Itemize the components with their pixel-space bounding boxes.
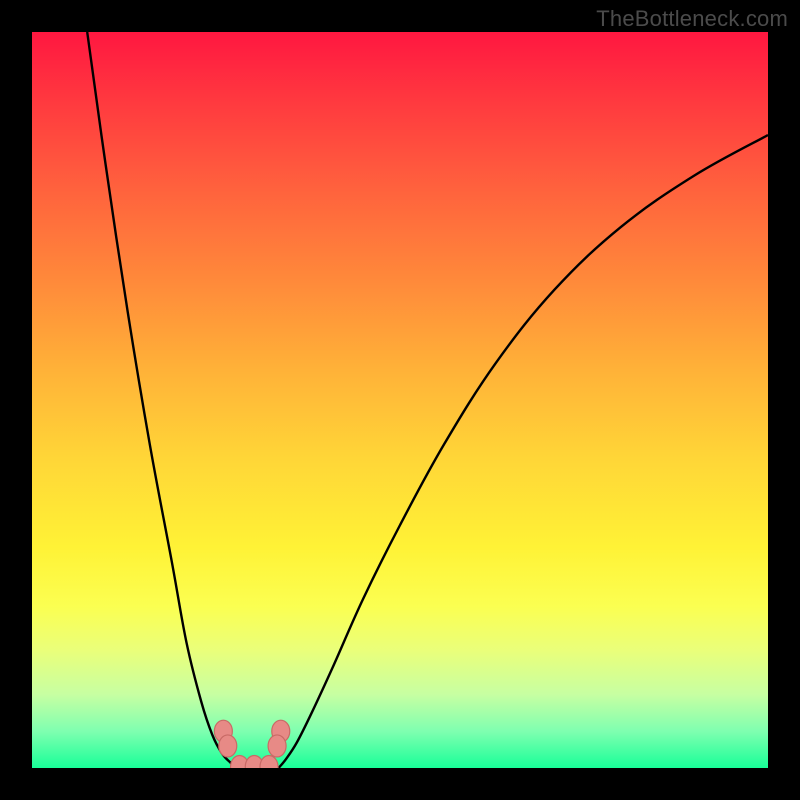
marker-right-cluster-mid: [268, 735, 286, 757]
curves-layer: [32, 32, 768, 768]
chart-frame: TheBottleneck.com: [0, 0, 800, 800]
plot-area: [32, 32, 768, 768]
curve-left: [87, 32, 236, 768]
watermark-text: TheBottleneck.com: [596, 6, 788, 32]
marker-left-cluster-mid: [219, 735, 237, 757]
marker-bottom-right: [260, 756, 278, 768]
curve-right: [279, 135, 768, 768]
marker-group: [214, 720, 289, 768]
